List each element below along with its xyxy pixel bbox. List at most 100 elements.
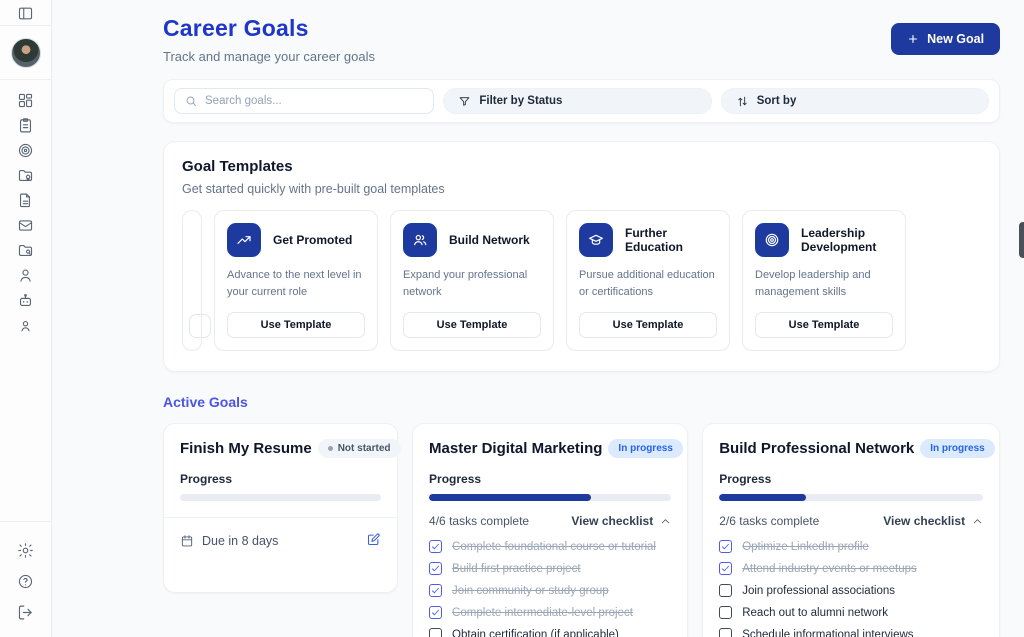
sidebar-bottom-nav bbox=[12, 522, 40, 637]
checklist-item[interactable]: Complete foundational course or tutorial bbox=[429, 540, 671, 553]
sidebar-item-portfolio[interactable] bbox=[12, 167, 40, 184]
sort-label: Sort by bbox=[757, 95, 797, 107]
trending-up-icon bbox=[227, 223, 261, 257]
template-name: Leadership Development bbox=[801, 226, 893, 254]
checkbox-checked-icon bbox=[429, 562, 442, 575]
page-header: Career Goals Track and manage your caree… bbox=[163, 15, 1000, 64]
chevron-up-icon bbox=[660, 516, 671, 527]
progress-bar bbox=[180, 494, 381, 501]
mail-icon bbox=[17, 217, 34, 234]
checklist-item[interactable]: Build first practice project bbox=[429, 562, 671, 575]
checklist-item[interactable]: Obtain certification (if applicable) bbox=[429, 628, 671, 637]
bot-icon bbox=[17, 292, 34, 309]
clipboard-icon bbox=[17, 117, 34, 134]
page-subtitle: Track and manage your career goals bbox=[163, 49, 375, 64]
sidebar-item-dashboard[interactable] bbox=[12, 92, 40, 109]
progress-bar bbox=[429, 494, 671, 501]
active-goals-title: Active Goals bbox=[163, 394, 1000, 410]
new-goal-label: New Goal bbox=[927, 32, 984, 46]
filter-by-status-button[interactable]: Filter by Status bbox=[443, 88, 711, 114]
sidebar-item-tasks[interactable] bbox=[12, 117, 40, 134]
plus-icon bbox=[907, 33, 919, 45]
new-goal-button[interactable]: New Goal bbox=[891, 23, 1000, 55]
help-button[interactable] bbox=[12, 573, 40, 590]
active-goals-grid: Finish My Resume Not started Progress Du… bbox=[163, 423, 1000, 637]
search-input[interactable]: Search goals... bbox=[174, 88, 434, 114]
sidebar-item-goals[interactable] bbox=[12, 142, 40, 159]
target-icon bbox=[17, 142, 34, 159]
use-template-button[interactable]: Use Template bbox=[227, 312, 365, 338]
sidebar-item-contacts[interactable] bbox=[12, 317, 40, 334]
filter-label: Filter by Status bbox=[479, 95, 562, 107]
use-template-button[interactable]: Use Template bbox=[403, 312, 541, 338]
use-template-button[interactable]: Use Template bbox=[755, 312, 893, 338]
goal-card-finish-my-resume: Finish My Resume Not started Progress Du… bbox=[163, 423, 398, 593]
goal-title: Master Digital Marketing bbox=[429, 440, 602, 457]
dashboard-icon bbox=[17, 92, 34, 109]
tasks-summary: 2/6 tasks complete bbox=[719, 514, 819, 528]
graduation-cap-icon bbox=[579, 223, 613, 257]
logout-button[interactable] bbox=[12, 604, 40, 621]
sidebar-item-mail[interactable] bbox=[12, 217, 40, 234]
sidebar-item-assistant[interactable] bbox=[12, 292, 40, 309]
use-template-button[interactable]: Use Template bbox=[579, 312, 717, 338]
panel-left-icon bbox=[17, 5, 34, 22]
folder-certificate-icon bbox=[17, 167, 34, 184]
checklist-item[interactable]: Schedule informational interviews bbox=[719, 628, 983, 637]
sidebar-item-profile[interactable] bbox=[12, 267, 40, 284]
edit-goal-button[interactable] bbox=[366, 532, 381, 550]
view-checklist-toggle[interactable]: View checklist bbox=[883, 514, 983, 528]
toolbar: Search goals... Filter by Status Sort by bbox=[163, 79, 1000, 123]
template-card-partial[interactable] bbox=[182, 210, 202, 351]
checklist-item[interactable]: Attend industry events or meetups bbox=[719, 562, 983, 575]
template-card-build-network: Build Network Expand your professional n… bbox=[390, 210, 554, 351]
sort-icon bbox=[736, 95, 749, 108]
file-text-icon bbox=[17, 192, 34, 209]
goal-card-master-digital-marketing: Master Digital Marketing In progress Pro… bbox=[412, 423, 688, 637]
template-card-get-promoted: Get Promoted Advance to the next level i… bbox=[214, 210, 378, 351]
status-badge: Not started bbox=[318, 439, 401, 458]
users-icon bbox=[403, 223, 437, 257]
page-title: Career Goals bbox=[163, 15, 375, 42]
checklist-item[interactable]: Join community or study group bbox=[429, 584, 671, 597]
logout-icon bbox=[17, 604, 34, 621]
checkbox-checked-icon bbox=[719, 562, 732, 575]
help-circle-icon bbox=[17, 573, 34, 590]
checklist-item[interactable]: Join professional associations bbox=[719, 584, 983, 597]
user-avatar[interactable] bbox=[11, 26, 41, 79]
template-name: Build Network bbox=[449, 233, 530, 247]
user-round-icon bbox=[17, 317, 34, 334]
checklist-item[interactable]: Reach out to alumni network bbox=[719, 606, 983, 619]
vertical-scrollbar-thumb[interactable] bbox=[1019, 222, 1024, 258]
search-placeholder: Search goals... bbox=[205, 95, 282, 107]
view-checklist-toggle[interactable]: View checklist bbox=[571, 514, 671, 528]
checkbox-unchecked-icon bbox=[719, 606, 732, 619]
checklist-item[interactable]: Complete intermediate-level project bbox=[429, 606, 671, 619]
sidebar bbox=[0, 0, 52, 637]
sort-by-button[interactable]: Sort by bbox=[721, 88, 989, 114]
tasks-summary: 4/6 tasks complete bbox=[429, 514, 529, 528]
template-name: Get Promoted bbox=[273, 233, 352, 247]
checkbox-checked-icon bbox=[429, 606, 442, 619]
sidebar-toggle-button[interactable] bbox=[12, 0, 40, 25]
folder-bookmark-icon bbox=[17, 242, 34, 259]
filter-icon bbox=[458, 95, 471, 108]
calendar-icon bbox=[180, 534, 194, 548]
sidebar-item-documents[interactable] bbox=[12, 192, 40, 209]
main-content: Career Goals Track and manage your caree… bbox=[52, 0, 1024, 637]
settings-button[interactable] bbox=[12, 542, 40, 559]
sidebar-nav bbox=[12, 80, 40, 334]
checklist-item[interactable]: Optimize LinkedIn profile bbox=[719, 540, 983, 553]
goal-card-build-professional-network: Build Professional Network In progress P… bbox=[702, 423, 1000, 637]
checklist: Complete foundational course or tutorial… bbox=[429, 540, 671, 637]
sidebar-item-applications[interactable] bbox=[12, 242, 40, 259]
goal-title: Finish My Resume bbox=[180, 440, 312, 457]
templates-subtitle: Get started quickly with pre-built goal … bbox=[182, 182, 981, 196]
checkbox-checked-icon bbox=[719, 540, 732, 553]
progress-label: Progress bbox=[180, 472, 381, 486]
goal-templates-section: Goal Templates Get started quickly with … bbox=[163, 141, 1000, 372]
progress-bar bbox=[719, 494, 983, 501]
templates-title: Goal Templates bbox=[182, 158, 981, 175]
progress-label: Progress bbox=[429, 472, 671, 486]
status-badge: In progress bbox=[608, 439, 682, 458]
